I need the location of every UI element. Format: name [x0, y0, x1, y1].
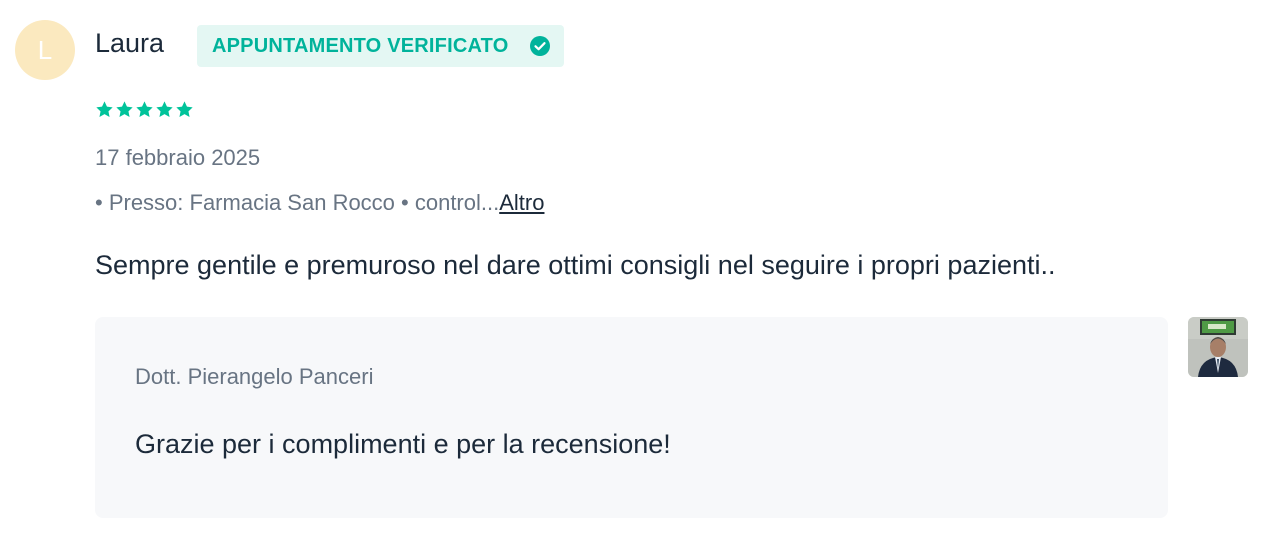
star-icon	[116, 101, 133, 117]
avatar: L	[15, 20, 75, 80]
reply-author: Dott. Pierangelo Panceri	[135, 364, 374, 389]
verified-badge: APPUNTAMENTO VERIFICATO	[197, 25, 565, 67]
doctor-photo	[1188, 317, 1248, 377]
review-date: 17 febbraio 2025	[95, 145, 261, 170]
star-icon	[176, 101, 193, 117]
review-card: L Laura APPUNTAMENTO VERIFICATO 17 febbr…	[0, 0, 1278, 548]
review-comment: Sempre gentile e premuroso nel dare otti…	[95, 250, 1056, 280]
reviewer-name: Laura	[95, 28, 165, 58]
doctor-reply: Dott. Pierangelo Panceri Grazie per i co…	[95, 317, 1168, 518]
check-circle-icon	[530, 36, 551, 56]
star-rating	[95, 100, 194, 119]
reply-text: Grazie per i complimenti e per la recens…	[135, 429, 671, 459]
verified-badge-label: APPUNTAMENTO VERIFICATO	[212, 34, 509, 57]
review-meta-text: • Presso: Farmacia San Rocco • control..…	[95, 190, 500, 215]
star-icon	[136, 101, 153, 117]
star-icon	[156, 101, 173, 117]
more-link[interactable]: Altro	[499, 190, 544, 215]
review-meta: • Presso: Farmacia San Rocco • control..…	[95, 190, 544, 216]
star-icon	[96, 101, 113, 117]
avatar-initial: L	[37, 35, 53, 65]
